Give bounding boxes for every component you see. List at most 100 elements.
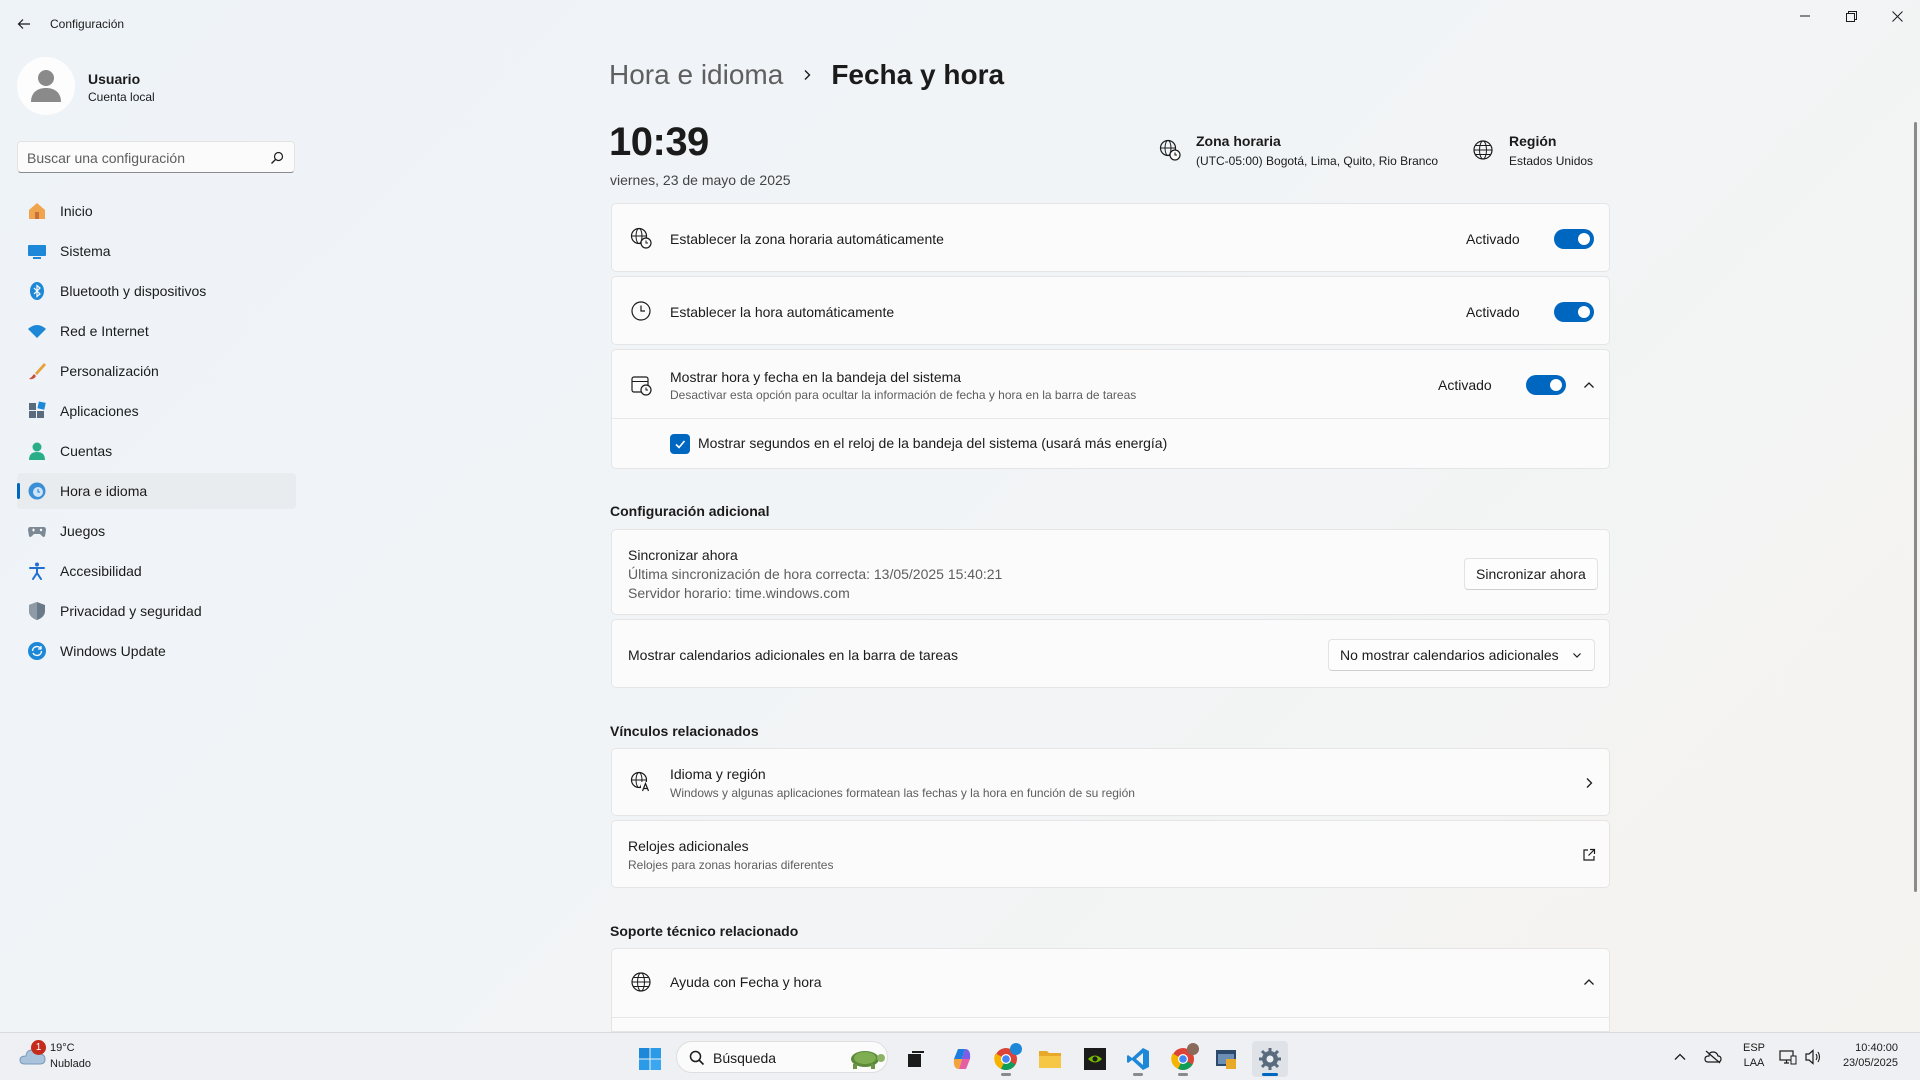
sidebar-item-personalizacion[interactable]: Personalización xyxy=(17,353,296,389)
additional-clocks-title: Relojes adicionales xyxy=(628,838,749,854)
show-seconds-checkbox[interactable] xyxy=(670,434,690,454)
brush-icon xyxy=(27,361,47,381)
auto-timezone-toggle[interactable] xyxy=(1554,229,1594,249)
breadcrumb-parent[interactable]: Hora e idioma xyxy=(609,59,783,91)
sidebar-item-sistema[interactable]: Sistema xyxy=(17,233,296,269)
taskbar-chrome-2[interactable] xyxy=(1165,1041,1201,1077)
clock-icon xyxy=(629,299,653,323)
apps-icon xyxy=(27,401,47,421)
sidebar-item-bluetooth[interactable]: Bluetooth y dispositivos xyxy=(17,273,296,309)
show-tray-state: Activado xyxy=(1438,377,1492,393)
auto-time-card: Establecer la hora automáticamente Activ… xyxy=(611,276,1610,345)
language-region-title: Idioma y región xyxy=(670,766,766,782)
language-icon xyxy=(629,770,653,794)
sidebar-item-label: Cuentas xyxy=(60,443,113,459)
taskbar-chrome-1[interactable] xyxy=(988,1041,1024,1077)
sidebar-item-hora-idioma[interactable]: Hora e idioma xyxy=(17,473,296,509)
taskbar-vscode[interactable] xyxy=(1120,1041,1156,1077)
running-indicator xyxy=(1001,1073,1011,1076)
tray-network[interactable] xyxy=(1779,1048,1797,1066)
sync-now-button[interactable]: Sincronizar ahora xyxy=(1464,558,1598,590)
folder-icon xyxy=(1039,1051,1061,1068)
taskbar: 1 19°C Nublado Búsqueda ESP LAA 10:40:00… xyxy=(0,1032,1920,1080)
sidebar-item-label: Inicio xyxy=(60,203,93,219)
user-profile[interactable]: Usuario Cuenta local xyxy=(17,57,297,117)
auto-timezone-card: Establecer la zona horaria automáticamen… xyxy=(611,203,1610,272)
chevron-up-icon[interactable] xyxy=(1582,378,1596,392)
time-language-icon xyxy=(27,481,47,501)
time-server-text: Servidor horario: time.windows.com xyxy=(628,585,850,601)
tray-volume[interactable] xyxy=(1804,1048,1822,1066)
language-region-link[interactable]: Idioma y región Windows y algunas aplica… xyxy=(611,748,1610,816)
sidebar-item-juegos[interactable]: Juegos xyxy=(17,513,296,549)
settings-search-input[interactable]: Buscar una configuración xyxy=(17,141,295,173)
sidebar-item-inicio[interactable]: Inicio xyxy=(17,193,296,229)
restore-button[interactable] xyxy=(1828,0,1874,32)
auto-time-toggle[interactable] xyxy=(1554,302,1594,322)
chevron-right-icon xyxy=(1586,778,1593,788)
home-icon xyxy=(27,201,47,221)
show-tray-card: Mostrar hora y fecha en la bandeja del s… xyxy=(611,349,1610,469)
turtle-icon xyxy=(851,1051,885,1069)
search-icon xyxy=(271,151,284,164)
taskbar-copilot[interactable] xyxy=(944,1041,980,1077)
help-title[interactable]: Ayuda con Fecha y hora xyxy=(670,974,822,990)
taskbar-search[interactable]: Búsqueda xyxy=(676,1041,888,1073)
help-card: Ayuda con Fecha y hora xyxy=(611,948,1610,1032)
wifi-icon xyxy=(27,321,47,341)
taskbar-task-view[interactable] xyxy=(898,1041,934,1077)
show-tray-label: Mostrar hora y fecha en la bandeja del s… xyxy=(670,369,962,385)
additional-config-heading: Configuración adicional xyxy=(610,503,770,519)
network-icon xyxy=(1779,1050,1797,1065)
additional-clocks-link[interactable]: Relojes adicionales Relojes para zonas h… xyxy=(611,820,1610,888)
related-support-heading: Soporte técnico relacionado xyxy=(610,923,799,939)
chevron-up-icon[interactable] xyxy=(1582,975,1596,989)
calendar-clock-icon xyxy=(629,373,653,397)
calendars-dropdown[interactable]: No mostrar calendarios adicionales xyxy=(1328,639,1595,671)
tray-onedrive[interactable] xyxy=(1704,1048,1722,1066)
taskbar-clock[interactable]: 10:40:00 23/05/2025 xyxy=(1836,1042,1898,1069)
active-indicator xyxy=(1262,1073,1278,1076)
minimize-button[interactable] xyxy=(1782,0,1828,32)
scrollbar[interactable] xyxy=(1914,122,1917,892)
sidebar-item-label: Privacidad y seguridad xyxy=(60,603,202,619)
globe-clock-icon xyxy=(1159,139,1181,161)
sidebar-item-privacidad[interactable]: Privacidad y seguridad xyxy=(17,593,296,629)
sidebar-item-label: Red e Internet xyxy=(60,323,149,339)
region-title: Región xyxy=(1509,133,1557,149)
taskbar-app-window[interactable] xyxy=(1208,1041,1244,1077)
start-button[interactable] xyxy=(632,1041,668,1077)
globe-icon xyxy=(1473,140,1493,160)
input-language[interactable]: ESP LAA xyxy=(1742,1042,1766,1069)
tray-overflow-button[interactable] xyxy=(1671,1048,1689,1066)
globe-clock-icon xyxy=(629,226,653,250)
taskbar-settings[interactable] xyxy=(1252,1041,1288,1077)
additional-clocks-description: Relojes para zonas horarias diferentes xyxy=(628,858,834,872)
sidebar-item-accesibilidad[interactable]: Accesibilidad xyxy=(17,553,296,589)
taskbar-file-explorer[interactable] xyxy=(1032,1041,1068,1077)
timezone-value: (UTC-05:00) Bogotá, Lima, Quito, Rio Bra… xyxy=(1196,154,1439,168)
task-view-icon xyxy=(908,1051,924,1067)
region-value: Estados Unidos xyxy=(1509,154,1594,168)
auto-time-label: Establecer la hora automáticamente xyxy=(670,304,895,320)
close-button[interactable] xyxy=(1874,0,1920,32)
profile-badge xyxy=(1010,1043,1022,1055)
auto-timezone-label: Establecer la zona horaria automáticamen… xyxy=(670,231,944,247)
divider xyxy=(612,418,1609,419)
user-avatar-icon xyxy=(31,70,61,102)
restore-icon xyxy=(1845,10,1857,22)
show-tray-toggle[interactable] xyxy=(1526,375,1566,395)
back-button[interactable] xyxy=(12,12,36,36)
sidebar-item-cuentas[interactable]: Cuentas xyxy=(17,433,296,469)
sidebar-item-aplicaciones[interactable]: Aplicaciones xyxy=(17,393,296,429)
app-window-icon xyxy=(1216,1050,1236,1069)
breadcrumb: Hora e idioma Fecha y hora xyxy=(609,55,1004,95)
calendars-card: Mostrar calendarios adicionales en la ba… xyxy=(611,619,1610,688)
sync-title: Sincronizar ahora xyxy=(628,547,738,563)
sidebar-item-windows-update[interactable]: Windows Update xyxy=(17,633,296,669)
windows-logo-icon xyxy=(639,1048,661,1070)
nvidia-icon xyxy=(1084,1048,1106,1070)
sidebar-item-red[interactable]: Red e Internet xyxy=(17,313,296,349)
taskbar-nvidia[interactable] xyxy=(1077,1041,1113,1077)
sidebar-item-label: Windows Update xyxy=(60,643,166,659)
